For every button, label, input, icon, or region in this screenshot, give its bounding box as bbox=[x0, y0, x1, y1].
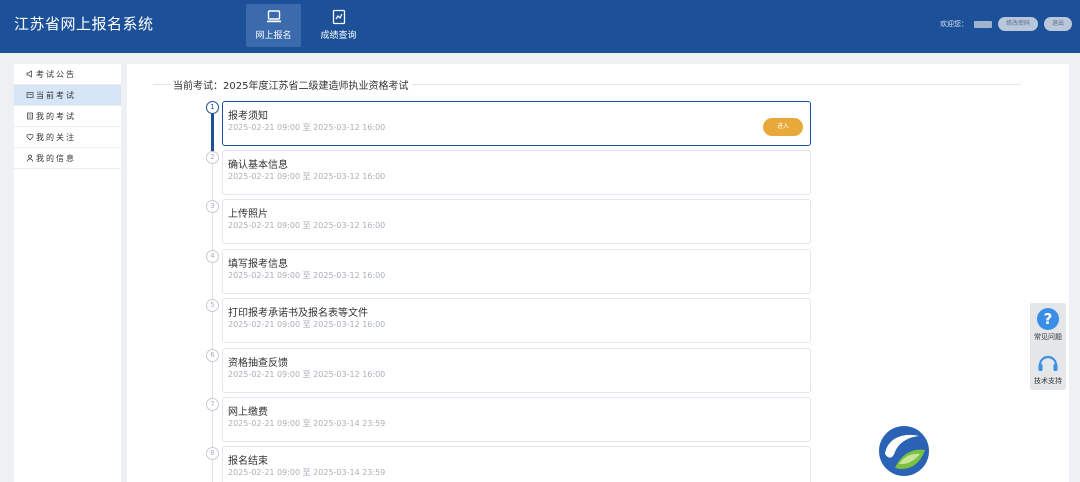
step-card-online-payment: 网上缴费 2025-02-21 09:00 至 2025-03-14 23:59 bbox=[222, 397, 811, 442]
sidebar-item-my-exams[interactable]: 我的考试 bbox=[14, 106, 121, 127]
step-date: 2025-02-21 09:00 至 2025-03-14 23:59 bbox=[228, 419, 386, 428]
sidebar-item-label: 考试公告 bbox=[36, 69, 76, 79]
sidebar-item-label: 我的信息 bbox=[36, 153, 76, 163]
nav-label: 网上报名 bbox=[255, 31, 292, 41]
current-exam-heading: 当前考试：2025年度江苏省二级建造师执业资格考试 bbox=[173, 77, 413, 92]
step-title: 网上缴费 bbox=[228, 407, 268, 418]
logout-button[interactable]: 退出 bbox=[1043, 17, 1072, 31]
step-number: 6 bbox=[206, 349, 219, 362]
step-number: 7 bbox=[206, 398, 219, 411]
step-title: 填写报考信息 bbox=[228, 259, 288, 270]
step-date: 2025-02-21 09:00 至 2025-03-12 16:00 bbox=[228, 320, 386, 329]
step-title: 确认基本信息 bbox=[228, 160, 288, 171]
user-icon bbox=[26, 154, 34, 162]
step-title: 报考须知 bbox=[228, 111, 268, 122]
sidebar-item-my-follows[interactable]: 我的关注 bbox=[14, 127, 121, 148]
score-doc-icon bbox=[332, 9, 345, 25]
step-title: 上传照片 bbox=[228, 209, 268, 220]
step-date: 2025-02-21 09:00 至 2025-03-12 16:00 bbox=[228, 123, 386, 132]
username-masked bbox=[973, 20, 992, 28]
app-title: 江苏省网上报名系统 bbox=[14, 15, 154, 33]
divider bbox=[153, 84, 171, 85]
top-header: 江苏省网上报名系统 网上报名 成绩查询 欢迎您： 修改密码 退出 bbox=[0, 0, 1080, 53]
sidebar-item-current-exam[interactable]: 当前考试 bbox=[14, 85, 121, 106]
step-card-fill-info: 填写报考信息 2025-02-21 09:00 至 2025-03-12 16:… bbox=[222, 249, 811, 294]
nav-score-query[interactable]: 成绩查询 bbox=[311, 4, 366, 47]
step-date: 2025-02-21 09:00 至 2025-03-12 16:00 bbox=[228, 271, 386, 280]
step-number: 4 bbox=[206, 250, 219, 263]
main-panel: 当前考试：2025年度江苏省二级建造师执业资格考试 1 报考须知 2025-02… bbox=[127, 64, 1069, 482]
megaphone-icon bbox=[26, 70, 32, 78]
change-password-button[interactable]: 修改密码 bbox=[997, 17, 1038, 31]
faq-label: 常见问题 bbox=[1034, 333, 1062, 341]
svg-text:?: ? bbox=[1044, 310, 1053, 328]
current-exam-icon bbox=[26, 92, 34, 98]
sidebar-item-announcements[interactable]: 考试公告 bbox=[14, 64, 121, 85]
step-title: 资格抽查反馈 bbox=[228, 358, 288, 369]
step-card-confirm-info: 确认基本信息 2025-02-21 09:00 至 2025-03-12 16:… bbox=[222, 150, 811, 195]
sidebar-item-label: 我的考试 bbox=[36, 111, 76, 121]
faq-button[interactable]: ? 常见问题 bbox=[1030, 307, 1066, 342]
step-card-exam-notice[interactable]: 报考须知 2025-02-21 09:00 至 2025-03-12 16:00… bbox=[222, 101, 811, 146]
step-number: 2 bbox=[206, 151, 219, 164]
step-date: 2025-02-21 09:00 至 2025-03-12 16:00 bbox=[228, 172, 386, 181]
header-user-area: 欢迎您： 修改密码 退出 bbox=[940, 17, 1072, 31]
tech-support-button[interactable]: 技术支持 bbox=[1030, 351, 1066, 386]
step-number: 3 bbox=[206, 200, 219, 213]
step-card-print-documents: 打印报考承诺书及报名表等文件 2025-02-21 09:00 至 2025-0… bbox=[222, 298, 811, 343]
question-icon: ? bbox=[1037, 308, 1059, 330]
nav-online-registration[interactable]: 网上报名 bbox=[246, 4, 301, 47]
step-date: 2025-02-21 09:00 至 2025-03-12 16:00 bbox=[228, 370, 386, 379]
step-number: 8 bbox=[206, 447, 219, 460]
floating-help-panel: ? 常见问题 技术支持 bbox=[1030, 303, 1066, 390]
laptop-icon bbox=[266, 10, 281, 23]
tech-support-label: 技术支持 bbox=[1034, 377, 1062, 385]
nav-label: 成绩查询 bbox=[320, 31, 357, 41]
current-exam-name: 2025年度江苏省二级建造师执业资格考试 bbox=[223, 81, 409, 92]
step-number: 5 bbox=[206, 299, 219, 312]
step-card-registration-end: 报名结束 2025-02-21 09:00 至 2025-03-14 23:59 bbox=[222, 446, 811, 482]
step-card-upload-photo: 上传照片 2025-02-21 09:00 至 2025-03-12 16:00 bbox=[222, 199, 811, 244]
timeline-progress bbox=[211, 114, 214, 154]
headset-icon bbox=[1038, 355, 1058, 371]
sidebar: 考试公告 当前考试 我的考试 我的关注 我的信息 bbox=[14, 64, 121, 482]
current-exam-prefix: 当前考试： bbox=[173, 81, 223, 92]
step-title: 打印报考承诺书及报名表等文件 bbox=[228, 308, 368, 319]
step-card-qualification-check: 资格抽查反馈 2025-02-21 09:00 至 2025-03-12 16:… bbox=[222, 348, 811, 393]
user-label: 欢迎您： bbox=[939, 20, 968, 28]
my-exam-icon bbox=[27, 112, 33, 120]
step-date: 2025-02-21 09:00 至 2025-03-14 23:59 bbox=[228, 468, 386, 477]
sidebar-item-label: 当前考试 bbox=[36, 90, 76, 100]
step-number: 1 bbox=[206, 101, 219, 114]
step-date: 2025-02-21 09:00 至 2025-03-12 16:00 bbox=[228, 221, 386, 230]
heart-icon bbox=[26, 134, 34, 141]
enter-button[interactable]: 进入 bbox=[763, 118, 803, 136]
site-logo bbox=[879, 426, 929, 476]
sidebar-item-label: 我的关注 bbox=[36, 132, 76, 142]
sidebar-item-my-info[interactable]: 我的信息 bbox=[14, 148, 121, 169]
step-title: 报名结束 bbox=[228, 456, 268, 467]
